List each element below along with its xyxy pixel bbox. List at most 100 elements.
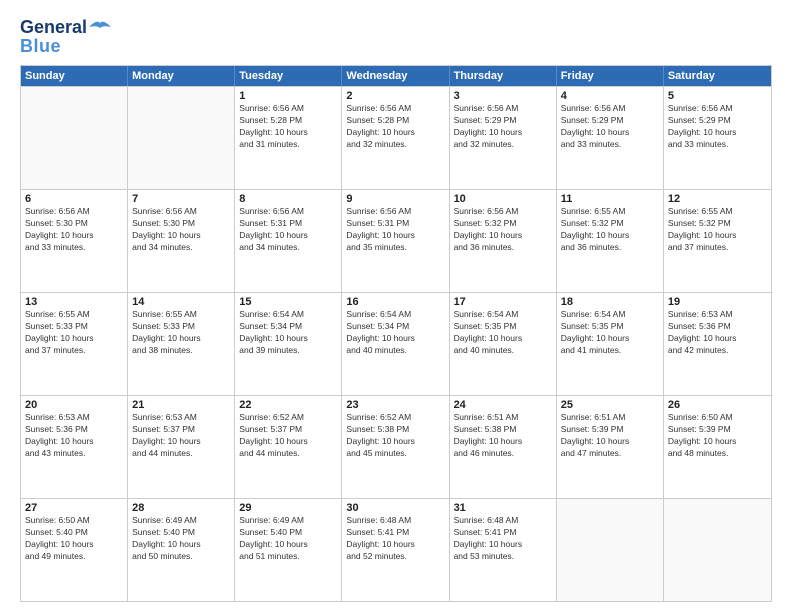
day-cell-11: 11Sunrise: 6:55 AM Sunset: 5:32 PM Dayli…: [557, 190, 664, 292]
day-number-18: 18: [561, 296, 659, 308]
day-cell-25: 25Sunrise: 6:51 AM Sunset: 5:39 PM Dayli…: [557, 396, 664, 498]
header-wednesday: Wednesday: [342, 66, 449, 86]
day-number-30: 30: [346, 502, 444, 514]
day-number-2: 2: [346, 90, 444, 102]
day-info-2: Sunrise: 6:56 AM Sunset: 5:28 PM Dayligh…: [346, 103, 444, 151]
day-number-19: 19: [668, 296, 767, 308]
day-cell-8: 8Sunrise: 6:56 AM Sunset: 5:31 PM Daylig…: [235, 190, 342, 292]
day-info-5: Sunrise: 6:56 AM Sunset: 5:29 PM Dayligh…: [668, 103, 767, 151]
empty-cell-4-5: [557, 499, 664, 601]
day-number-16: 16: [346, 296, 444, 308]
day-info-30: Sunrise: 6:48 AM Sunset: 5:41 PM Dayligh…: [346, 515, 444, 563]
day-number-23: 23: [346, 399, 444, 411]
day-info-29: Sunrise: 6:49 AM Sunset: 5:40 PM Dayligh…: [239, 515, 337, 563]
day-info-1: Sunrise: 6:56 AM Sunset: 5:28 PM Dayligh…: [239, 103, 337, 151]
day-cell-21: 21Sunrise: 6:53 AM Sunset: 5:37 PM Dayli…: [128, 396, 235, 498]
day-cell-18: 18Sunrise: 6:54 AM Sunset: 5:35 PM Dayli…: [557, 293, 664, 395]
day-cell-31: 31Sunrise: 6:48 AM Sunset: 5:41 PM Dayli…: [450, 499, 557, 601]
header-thursday: Thursday: [450, 66, 557, 86]
day-number-15: 15: [239, 296, 337, 308]
day-info-16: Sunrise: 6:54 AM Sunset: 5:34 PM Dayligh…: [346, 309, 444, 357]
day-cell-3: 3Sunrise: 6:56 AM Sunset: 5:29 PM Daylig…: [450, 87, 557, 189]
day-number-4: 4: [561, 90, 659, 102]
day-number-13: 13: [25, 296, 123, 308]
day-number-5: 5: [668, 90, 767, 102]
calendar-body: 1Sunrise: 6:56 AM Sunset: 5:28 PM Daylig…: [21, 86, 771, 601]
logo-bird-icon: [89, 19, 111, 35]
day-info-27: Sunrise: 6:50 AM Sunset: 5:40 PM Dayligh…: [25, 515, 123, 563]
day-cell-15: 15Sunrise: 6:54 AM Sunset: 5:34 PM Dayli…: [235, 293, 342, 395]
day-info-21: Sunrise: 6:53 AM Sunset: 5:37 PM Dayligh…: [132, 412, 230, 460]
header-sunday: Sunday: [21, 66, 128, 86]
day-cell-4: 4Sunrise: 6:56 AM Sunset: 5:29 PM Daylig…: [557, 87, 664, 189]
day-cell-20: 20Sunrise: 6:53 AM Sunset: 5:36 PM Dayli…: [21, 396, 128, 498]
day-cell-27: 27Sunrise: 6:50 AM Sunset: 5:40 PM Dayli…: [21, 499, 128, 601]
day-number-17: 17: [454, 296, 552, 308]
day-cell-14: 14Sunrise: 6:55 AM Sunset: 5:33 PM Dayli…: [128, 293, 235, 395]
day-cell-30: 30Sunrise: 6:48 AM Sunset: 5:41 PM Dayli…: [342, 499, 449, 601]
page-header: General Blue: [20, 18, 772, 57]
day-number-29: 29: [239, 502, 337, 514]
empty-cell-0-0: [21, 87, 128, 189]
day-cell-12: 12Sunrise: 6:55 AM Sunset: 5:32 PM Dayli…: [664, 190, 771, 292]
calendar-header: SundayMondayTuesdayWednesdayThursdayFrid…: [21, 66, 771, 86]
header-saturday: Saturday: [664, 66, 771, 86]
day-info-8: Sunrise: 6:56 AM Sunset: 5:31 PM Dayligh…: [239, 206, 337, 254]
day-number-21: 21: [132, 399, 230, 411]
day-number-22: 22: [239, 399, 337, 411]
header-friday: Friday: [557, 66, 664, 86]
logo-text: General: [20, 18, 112, 36]
day-info-10: Sunrise: 6:56 AM Sunset: 5:32 PM Dayligh…: [454, 206, 552, 254]
day-cell-1: 1Sunrise: 6:56 AM Sunset: 5:28 PM Daylig…: [235, 87, 342, 189]
day-info-19: Sunrise: 6:53 AM Sunset: 5:36 PM Dayligh…: [668, 309, 767, 357]
day-cell-17: 17Sunrise: 6:54 AM Sunset: 5:35 PM Dayli…: [450, 293, 557, 395]
day-cell-16: 16Sunrise: 6:54 AM Sunset: 5:34 PM Dayli…: [342, 293, 449, 395]
day-number-26: 26: [668, 399, 767, 411]
day-number-7: 7: [132, 193, 230, 205]
calendar-row-3: 13Sunrise: 6:55 AM Sunset: 5:33 PM Dayli…: [21, 292, 771, 395]
day-cell-10: 10Sunrise: 6:56 AM Sunset: 5:32 PM Dayli…: [450, 190, 557, 292]
day-number-24: 24: [454, 399, 552, 411]
calendar: SundayMondayTuesdayWednesdayThursdayFrid…: [20, 65, 772, 602]
day-info-26: Sunrise: 6:50 AM Sunset: 5:39 PM Dayligh…: [668, 412, 767, 460]
day-info-25: Sunrise: 6:51 AM Sunset: 5:39 PM Dayligh…: [561, 412, 659, 460]
empty-cell-4-6: [664, 499, 771, 601]
logo-general-text: General: [20, 18, 87, 36]
header-tuesday: Tuesday: [235, 66, 342, 86]
day-number-9: 9: [346, 193, 444, 205]
day-number-1: 1: [239, 90, 337, 102]
day-cell-9: 9Sunrise: 6:56 AM Sunset: 5:31 PM Daylig…: [342, 190, 449, 292]
day-info-31: Sunrise: 6:48 AM Sunset: 5:41 PM Dayligh…: [454, 515, 552, 563]
day-number-11: 11: [561, 193, 659, 205]
day-cell-24: 24Sunrise: 6:51 AM Sunset: 5:38 PM Dayli…: [450, 396, 557, 498]
day-info-13: Sunrise: 6:55 AM Sunset: 5:33 PM Dayligh…: [25, 309, 123, 357]
day-info-4: Sunrise: 6:56 AM Sunset: 5:29 PM Dayligh…: [561, 103, 659, 151]
day-number-10: 10: [454, 193, 552, 205]
day-cell-26: 26Sunrise: 6:50 AM Sunset: 5:39 PM Dayli…: [664, 396, 771, 498]
day-info-12: Sunrise: 6:55 AM Sunset: 5:32 PM Dayligh…: [668, 206, 767, 254]
day-number-28: 28: [132, 502, 230, 514]
calendar-row-2: 6Sunrise: 6:56 AM Sunset: 5:30 PM Daylig…: [21, 189, 771, 292]
day-cell-6: 6Sunrise: 6:56 AM Sunset: 5:30 PM Daylig…: [21, 190, 128, 292]
day-info-15: Sunrise: 6:54 AM Sunset: 5:34 PM Dayligh…: [239, 309, 337, 357]
day-info-9: Sunrise: 6:56 AM Sunset: 5:31 PM Dayligh…: [346, 206, 444, 254]
day-info-3: Sunrise: 6:56 AM Sunset: 5:29 PM Dayligh…: [454, 103, 552, 151]
header-monday: Monday: [128, 66, 235, 86]
day-info-22: Sunrise: 6:52 AM Sunset: 5:37 PM Dayligh…: [239, 412, 337, 460]
day-number-14: 14: [132, 296, 230, 308]
empty-cell-0-1: [128, 87, 235, 189]
day-info-28: Sunrise: 6:49 AM Sunset: 5:40 PM Dayligh…: [132, 515, 230, 563]
day-info-11: Sunrise: 6:55 AM Sunset: 5:32 PM Dayligh…: [561, 206, 659, 254]
day-number-20: 20: [25, 399, 123, 411]
day-number-8: 8: [239, 193, 337, 205]
day-info-18: Sunrise: 6:54 AM Sunset: 5:35 PM Dayligh…: [561, 309, 659, 357]
day-number-3: 3: [454, 90, 552, 102]
day-cell-5: 5Sunrise: 6:56 AM Sunset: 5:29 PM Daylig…: [664, 87, 771, 189]
day-cell-28: 28Sunrise: 6:49 AM Sunset: 5:40 PM Dayli…: [128, 499, 235, 601]
calendar-row-1: 1Sunrise: 6:56 AM Sunset: 5:28 PM Daylig…: [21, 86, 771, 189]
day-cell-2: 2Sunrise: 6:56 AM Sunset: 5:28 PM Daylig…: [342, 87, 449, 189]
day-info-14: Sunrise: 6:55 AM Sunset: 5:33 PM Dayligh…: [132, 309, 230, 357]
day-info-6: Sunrise: 6:56 AM Sunset: 5:30 PM Dayligh…: [25, 206, 123, 254]
day-info-20: Sunrise: 6:53 AM Sunset: 5:36 PM Dayligh…: [25, 412, 123, 460]
day-number-25: 25: [561, 399, 659, 411]
